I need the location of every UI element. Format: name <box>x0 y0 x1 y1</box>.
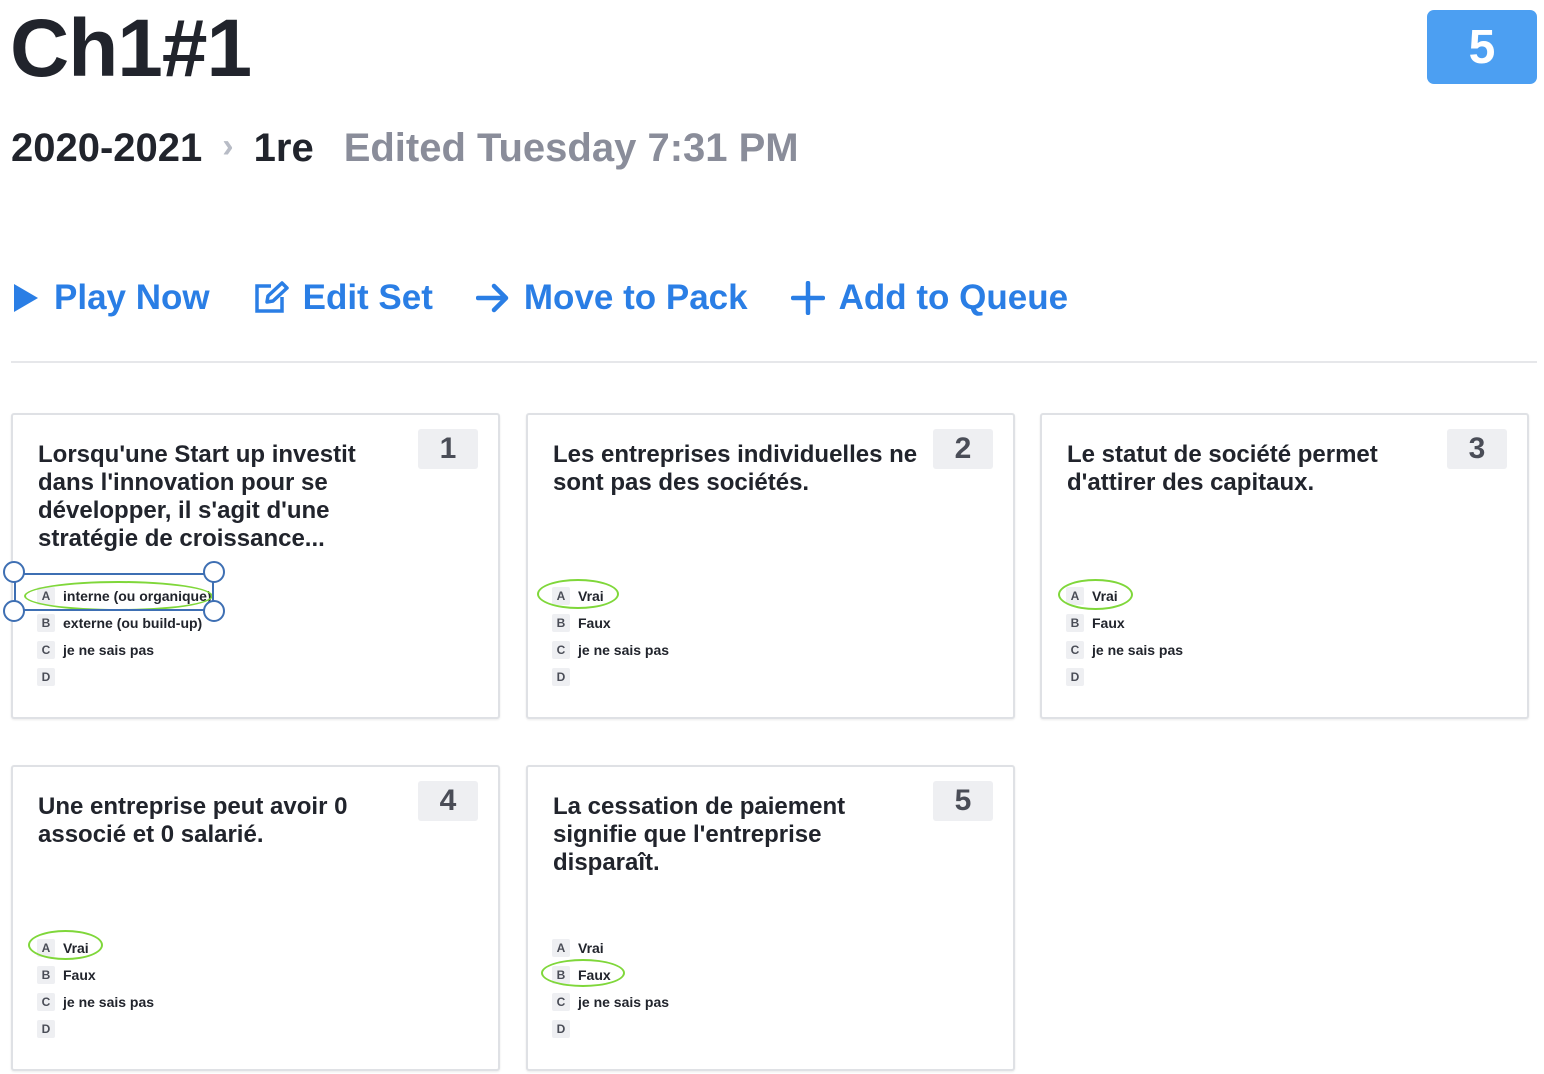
answer-option[interactable]: D <box>552 666 578 688</box>
answer-option[interactable]: Cje ne sais pas <box>1066 639 1183 661</box>
answer-text: je ne sais pas <box>578 994 670 1010</box>
answer-option[interactable]: Cje ne sais pas <box>37 639 154 661</box>
answer-option[interactable]: Ainterne (ou organique) <box>37 585 212 607</box>
breadcrumb-separator-icon: › <box>222 127 234 165</box>
answer-text: je ne sais pas <box>63 994 155 1010</box>
plus-icon <box>790 281 825 315</box>
answer-option[interactable]: A Vrai <box>552 937 604 959</box>
question-card[interactable]: Lorsqu'une Start up investit dans l'inno… <box>11 413 500 719</box>
answer-letter: D <box>37 668 55 686</box>
answer-letter: D <box>552 1020 570 1038</box>
set-title: Ch1#1 <box>10 3 252 94</box>
answer-letter: B <box>37 614 55 632</box>
answer-text: je ne sais pas <box>578 642 670 658</box>
resize-handle[interactable] <box>203 561 225 583</box>
answer-option[interactable]: A Vrai <box>552 585 604 607</box>
answer-text: Faux <box>578 615 611 631</box>
answer-option[interactable]: Cje ne sais pas <box>37 991 154 1013</box>
answer-letter: C <box>552 641 570 659</box>
answer-letter: D <box>37 1020 55 1038</box>
question-card[interactable]: Une entreprise peut avoir 0 associé et 0… <box>11 765 500 1071</box>
question-number: 2 <box>933 429 993 469</box>
answer-text: externe (ou build-up) <box>63 615 203 631</box>
add-to-queue-label: Add to Queue <box>838 278 1069 317</box>
answer-letter: A <box>552 587 570 605</box>
answer-letter: D <box>1066 668 1084 686</box>
answer-text: Faux <box>1092 615 1125 631</box>
edit-set-label: Edit Set <box>302 278 433 317</box>
question-text: Lorsqu'une Start up investit dans l'inno… <box>38 441 356 552</box>
answer-letter: B <box>37 966 55 984</box>
question-text: Les entreprises individuelles ne sont pa… <box>553 441 918 496</box>
move-to-pack-button[interactable]: Move to Pack <box>475 278 748 318</box>
question-text: Une entreprise peut avoir 0 associé et 0… <box>38 793 348 848</box>
answer-letter: C <box>1066 641 1084 659</box>
question-number: 1 <box>418 429 478 469</box>
resize-handle[interactable] <box>203 600 225 622</box>
play-now-label: Play Now <box>54 278 210 317</box>
answer-letter: C <box>37 993 55 1011</box>
answer-letter: A <box>37 587 55 605</box>
question-text: La cessation de paiement signifie que l'… <box>553 793 846 876</box>
answer-option[interactable]: Bexterne (ou build-up) <box>37 612 202 634</box>
answer-option[interactable]: B Faux <box>1066 612 1125 634</box>
move-to-pack-label: Move to Pack <box>523 278 748 317</box>
answer-text: Vrai <box>63 940 89 956</box>
play-now-button[interactable]: Play Now <box>12 278 210 318</box>
play-icon <box>14 284 38 312</box>
answer-option[interactable]: Cje ne sais pas <box>552 639 669 661</box>
breadcrumb: 2020-2021 › 1re Edited Tuesday 7:31 PM <box>11 122 799 174</box>
answer-text: Vrai <box>1092 588 1118 604</box>
answer-letter: A <box>1066 587 1084 605</box>
action-bar: Play Now Edit Set Move to Pack Add to Qu… <box>12 278 1111 318</box>
answer-text: Faux <box>63 967 96 983</box>
answer-letter: D <box>552 668 570 686</box>
resize-handle[interactable] <box>3 600 25 622</box>
breadcrumb-level[interactable]: 1re <box>254 122 314 174</box>
add-to-queue-button[interactable]: Add to Queue <box>790 278 1069 318</box>
answer-option[interactable]: D <box>552 1018 578 1040</box>
answer-letter: B <box>552 966 570 984</box>
answer-option[interactable]: Cje ne sais pas <box>552 991 669 1013</box>
answer-text: interne (ou organique) <box>63 588 212 604</box>
answer-letter: A <box>552 939 570 957</box>
answer-text: je ne sais pas <box>63 642 155 658</box>
answer-option[interactable]: B Faux <box>37 964 96 986</box>
question-card[interactable]: Le statut de société permet d'attirer de… <box>1040 413 1529 719</box>
question-number: 3 <box>1447 429 1507 469</box>
answer-letter: C <box>37 641 55 659</box>
question-number: 4 <box>418 781 478 821</box>
edit-icon <box>254 281 289 313</box>
answer-option[interactable]: D <box>37 666 63 688</box>
answer-text: je ne sais pas <box>1092 642 1184 658</box>
answer-option[interactable]: B Faux <box>552 612 611 634</box>
edit-set-button[interactable]: Edit Set <box>253 278 433 318</box>
question-card[interactable]: Les entreprises individuelles ne sont pa… <box>526 413 1015 719</box>
divider <box>11 361 1537 363</box>
edited-timestamp: Edited Tuesday 7:31 PM <box>343 126 799 170</box>
breadcrumb-year[interactable]: 2020-2021 <box>11 122 202 174</box>
answer-letter: B <box>1066 614 1084 632</box>
answer-text: Vrai <box>578 940 604 956</box>
arrow-right-icon <box>475 283 509 313</box>
question-text: Le statut de société permet d'attirer de… <box>1067 441 1378 496</box>
answer-option[interactable]: D <box>37 1018 63 1040</box>
question-count-badge: 5 <box>1427 10 1537 84</box>
answer-letter: A <box>37 939 55 957</box>
question-card[interactable]: La cessation de paiement signifie que l'… <box>526 765 1015 1071</box>
answer-option[interactable]: A Vrai <box>1066 585 1118 607</box>
answer-option[interactable]: B Faux <box>552 964 611 986</box>
answer-letter: B <box>552 614 570 632</box>
answer-text: Vrai <box>578 588 604 604</box>
answer-option[interactable]: A Vrai <box>37 937 89 959</box>
question-number: 5 <box>933 781 993 821</box>
answer-option[interactable]: D <box>1066 666 1092 688</box>
answer-letter: C <box>552 993 570 1011</box>
answer-text: Faux <box>578 967 611 983</box>
resize-handle[interactable] <box>3 561 25 583</box>
